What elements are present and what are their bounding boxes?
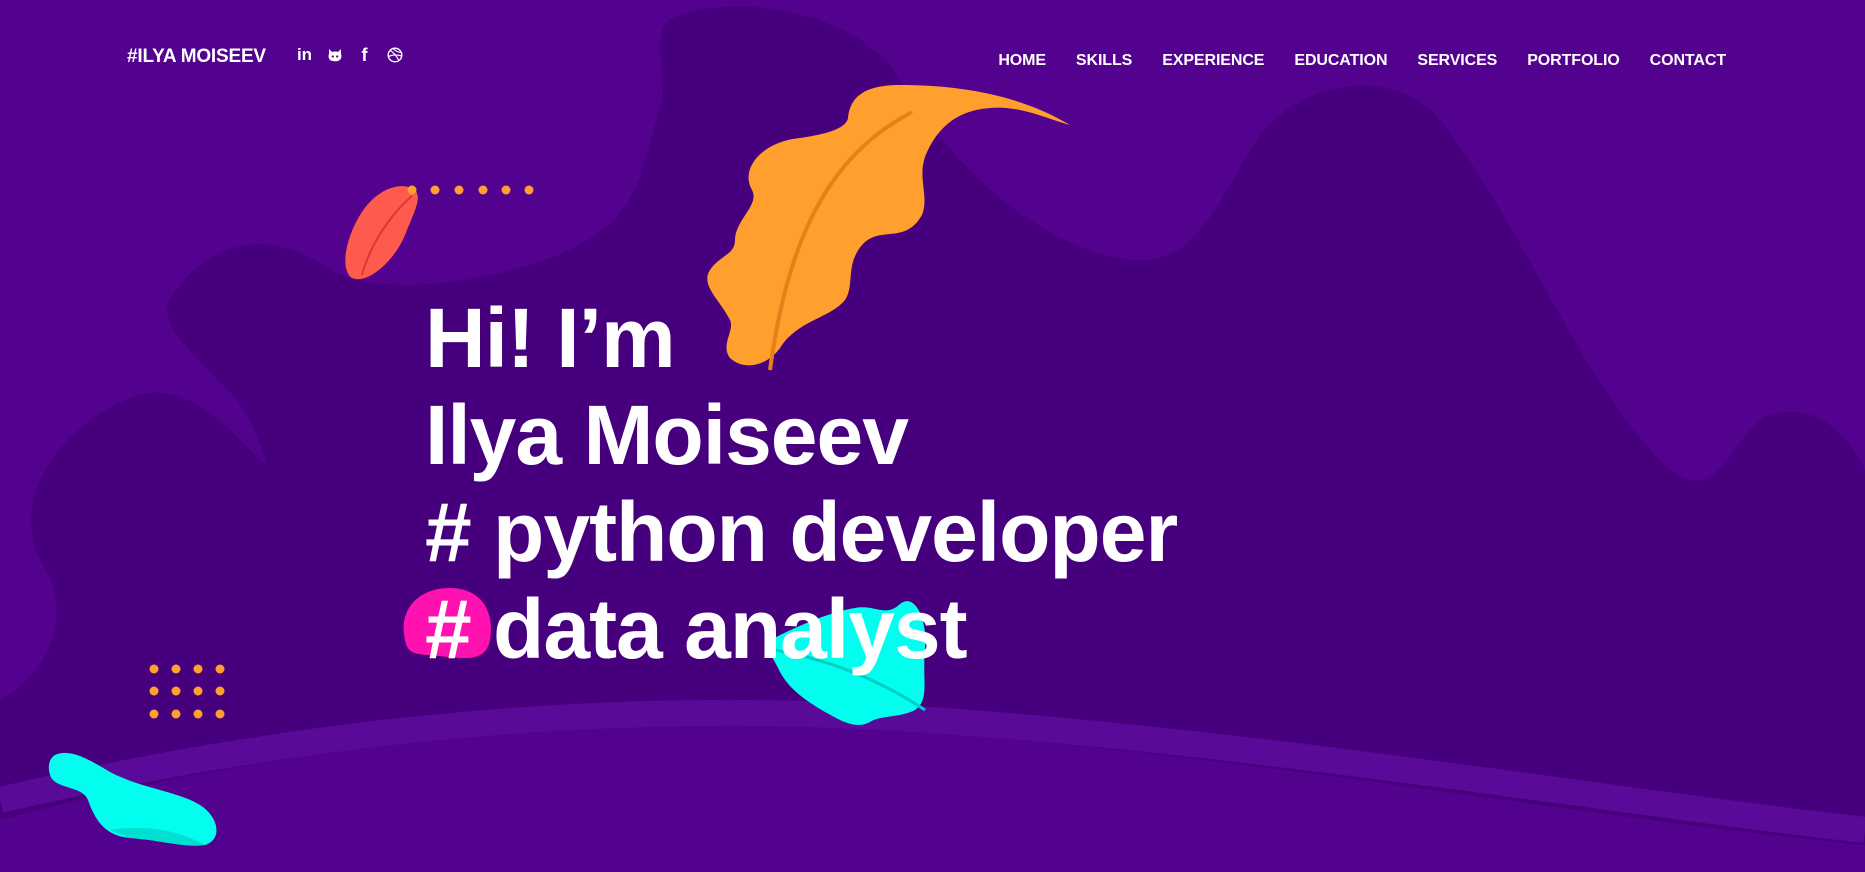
nav-link-home[interactable]: HOME	[998, 52, 1046, 69]
nav-item-skills: SKILLS	[1076, 52, 1132, 70]
main-nav: HOME SKILLS EXPERIENCE EDUCATION SERVICE…	[998, 52, 1726, 70]
dribbble-link[interactable]	[386, 46, 403, 64]
github-link[interactable]	[326, 46, 343, 64]
nav-item-services: SERVICES	[1417, 52, 1497, 70]
hero-heading: Hi! I’m Ilya Moiseev # python developer …	[425, 290, 1178, 678]
nav-item-portfolio: PORTFOLIO	[1527, 52, 1620, 70]
nav-link-experience[interactable]: EXPERIENCE	[1162, 52, 1264, 69]
hero-role-python: # python developer	[425, 485, 1178, 579]
dots-row	[407, 185, 534, 195]
nav-link-contact[interactable]: CONTACT	[1650, 52, 1726, 69]
linkedin-icon: in	[296, 45, 313, 64]
nav-item-home: HOME	[998, 52, 1046, 70]
nav-link-services[interactable]: SERVICES	[1417, 52, 1497, 69]
dribbble-icon	[386, 47, 403, 63]
nav-link-portfolio[interactable]: PORTFOLIO	[1527, 52, 1620, 69]
nav-link-skills[interactable]: SKILLS	[1076, 52, 1132, 69]
facebook-icon: f	[361, 45, 368, 65]
hero-role-data: # data analyst	[425, 582, 968, 676]
social-links: in f	[296, 46, 403, 64]
linkedin-link[interactable]: in	[296, 46, 313, 64]
site-logo[interactable]: #ILYA MOISEEV	[127, 46, 266, 68]
github-icon	[328, 49, 341, 62]
nav-item-education: EDUCATION	[1294, 52, 1387, 70]
facebook-link[interactable]: f	[356, 46, 373, 64]
nav-item-contact: CONTACT	[1650, 52, 1726, 70]
landing-page: #ILYA MOISEEV in f HOME SKILLS EXPERIENC…	[0, 0, 1865, 872]
nav-item-experience: EXPERIENCE	[1162, 52, 1264, 70]
hero-name: Ilya Moiseev	[425, 388, 909, 482]
hero-greeting: Hi! I’m	[425, 291, 676, 385]
nav-link-education[interactable]: EDUCATION	[1294, 52, 1387, 69]
